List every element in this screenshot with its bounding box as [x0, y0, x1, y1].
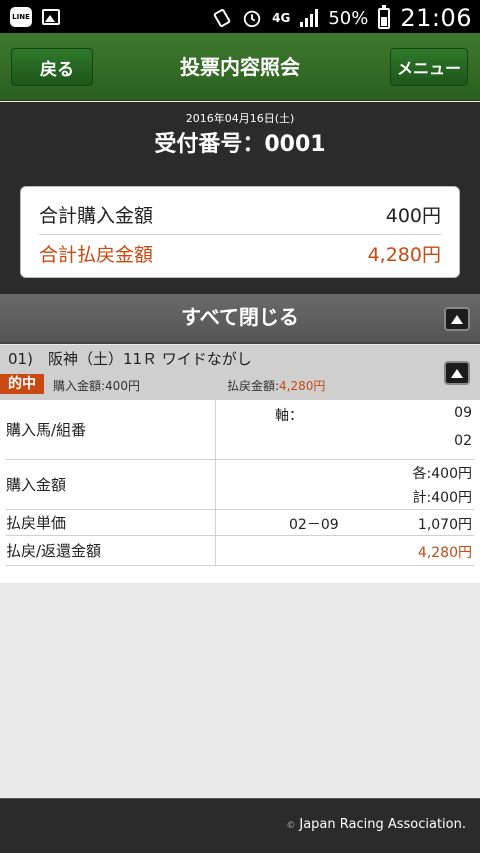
- totals-card: 合計購入金額 400円 合計払戻金額 4,280円: [20, 186, 460, 278]
- collapse-race-icon[interactable]: [444, 361, 470, 385]
- receipt-date: 2016年04月16日(土): [185, 112, 295, 125]
- clock: 21:06: [400, 4, 472, 32]
- menu-button-label: メニュー: [396, 59, 461, 78]
- table-row: 購入馬/組番 軸： 09 02: [6, 400, 474, 460]
- menu-button[interactable]: メニュー: [390, 48, 468, 86]
- table-row: 購入金額 各:400円 計:400円: [6, 460, 474, 510]
- hit-badge: 的中: [0, 374, 44, 394]
- race-payout-amount: 払戻金額:4,280円: [227, 377, 325, 394]
- copyright-symbol: ©: [286, 821, 296, 831]
- status-bar: LINE 4G 50% 21:06: [0, 0, 480, 33]
- organization-name: Japan Racing Association.: [299, 817, 466, 832]
- unit-price-label: 払戻単価: [6, 510, 216, 535]
- footer: © Japan Racing Association.: [0, 798, 480, 853]
- each-amount: 各:400円: [412, 466, 472, 482]
- close-all-bar[interactable]: すべて閉じる: [0, 294, 480, 344]
- total-amount: 計:400円: [412, 490, 472, 506]
- total-payout-label: 合計払戻金額: [39, 243, 154, 266]
- close-all-label: すべて閉じる: [181, 305, 299, 329]
- battery-icon: [378, 4, 391, 29]
- combo-number: 02－09: [289, 517, 339, 533]
- line-app-icon: LINE: [10, 7, 32, 27]
- race-payout-value: 4,280円: [279, 379, 326, 393]
- race-purchase-amount: 購入金額:400円: [53, 379, 140, 393]
- bet-detail-table: 購入馬/組番 軸： 09 02 購入金額 各:400円 計:400円 払戻単価 …: [0, 400, 480, 583]
- receipt-number: 受付番号：0001: [154, 132, 326, 157]
- total-payout-row: 合計払戻金額 4,280円: [39, 233, 441, 273]
- table-row: 払戻単価 02－09 1,070円: [6, 510, 474, 536]
- unit-price-value: 1,070円: [417, 517, 472, 533]
- total-purchase-label: 合計購入金額: [39, 205, 154, 227]
- total-payout-value: 4,280円: [367, 243, 441, 266]
- race-header[interactable]: 01) 阪神（土）11Ｒ ワイドながし 的中 購入金額:400円 払戻金額:4,…: [0, 345, 480, 400]
- race-title: 01) 阪神（土）11Ｒ ワイドながし: [8, 350, 252, 368]
- footer-text: © Japan Racing Association.: [286, 817, 466, 832]
- battery-percent: 50%: [328, 7, 369, 29]
- image-icon: [42, 9, 60, 25]
- table-row: 払戻/返還金額 4,280円: [6, 536, 474, 566]
- total-purchase-value: 400円: [385, 205, 441, 227]
- amount-label: 購入金額: [6, 460, 216, 509]
- axis-label: 軸：: [275, 408, 303, 424]
- collapse-all-icon[interactable]: [444, 307, 470, 331]
- total-purchase-row: 合計購入金額 400円: [39, 195, 441, 235]
- refund-label: 払戻/返還金額: [6, 536, 216, 565]
- race-payout-label: 払戻金額:: [227, 379, 280, 393]
- pair-value: 02: [454, 433, 472, 449]
- refund-value: 4,280円: [417, 545, 472, 561]
- app-header: 戻る 投票内容照会 メニュー: [0, 33, 480, 101]
- axis-value: 09: [454, 405, 472, 421]
- signal-icon: [300, 9, 319, 27]
- vibrate-icon: [212, 8, 232, 28]
- 4g-icon: 4G: [272, 11, 291, 25]
- horses-label: 購入馬/組番: [6, 400, 216, 459]
- receipt-section: 2016年04月16日(土) 受付番号：0001: [0, 102, 480, 164]
- alarm-icon: [242, 8, 262, 28]
